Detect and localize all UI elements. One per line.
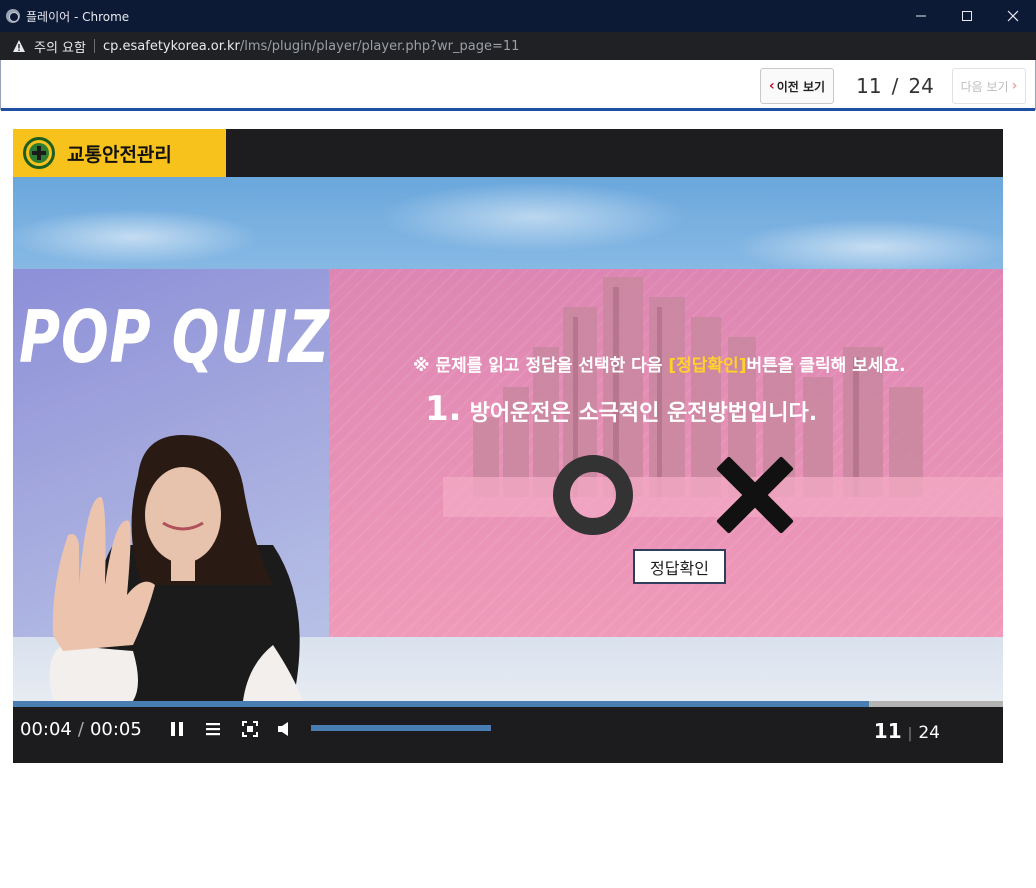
fullscreen-button[interactable] xyxy=(239,718,261,740)
volume-icon xyxy=(278,722,288,736)
volume-slider[interactable] xyxy=(311,725,491,731)
url-host: cp.esafetykorea.or.kr xyxy=(102,38,240,54)
instruction-highlight: [정답확인] xyxy=(668,356,747,376)
course-title: 교통안전관리 xyxy=(67,143,172,166)
question-text: 방어운전은 소극적인 운전방법입니다. xyxy=(469,401,818,426)
minimize-button[interactable] xyxy=(898,0,944,32)
time-separator: / xyxy=(77,719,84,740)
page-separator: / xyxy=(891,74,899,98)
chrome-app-icon xyxy=(6,9,20,23)
page-counter: 11 / 24 xyxy=(847,74,943,98)
window-title: 플레이어 - Chrome xyxy=(26,9,130,24)
slide-separator: | xyxy=(907,726,913,742)
warning-icon xyxy=(13,40,25,52)
menu-icon xyxy=(206,723,220,736)
url-path: /lms/plugin/player/player.php?wr_page=11 xyxy=(239,38,520,54)
presenter-image xyxy=(49,435,303,701)
slide-current: 11 xyxy=(873,719,902,743)
next-page-button[interactable]: 다음 보기 › xyxy=(952,68,1026,104)
course-tab: 교통안전관리 xyxy=(13,129,226,177)
address-divider xyxy=(93,39,95,53)
quiz-stage: POP QUIZ ※ 문제를 읽고 정답을 선택한 다음 [정답확인]버튼을 클… xyxy=(13,177,1003,701)
slide-total: 24 xyxy=(918,723,940,743)
fullscreen-icon xyxy=(242,721,258,737)
pop-quiz-banner: POP QUIZ xyxy=(19,295,330,379)
window-controls xyxy=(898,0,1036,32)
window-titlebar: 플레이어 - Chrome xyxy=(0,0,1036,32)
instruction-text-end: 버튼을 클릭해 보세요. xyxy=(746,356,906,376)
minimize-icon xyxy=(916,15,926,17)
total-pages: 24 xyxy=(908,74,934,98)
player-controls: 00:04/00:05 11 | 24 xyxy=(13,707,1003,763)
maximize-button[interactable] xyxy=(944,0,990,32)
prev-page-label: 이전 보기 xyxy=(776,79,826,94)
security-warning[interactable]: 주의 요함 xyxy=(34,37,86,56)
chevron-right-icon: › xyxy=(1011,78,1018,94)
pause-button[interactable] xyxy=(166,718,188,740)
url-text[interactable]: cp.esafetykorea.or.kr/lms/plugin/player/… xyxy=(103,39,519,54)
answer-x-option[interactable] xyxy=(713,453,797,537)
prev-page-button[interactable]: ‹ 이전 보기 xyxy=(760,68,834,104)
current-time: 00:04 xyxy=(20,719,72,740)
address-bar[interactable]: 주의 요함 cp.esafetykorea.or.kr/lms/plugin/p… xyxy=(0,32,1036,60)
lesson-player: 교통안전관리 POP QUIZ ※ 문제를 읽고 정답을 선택한 다음 [정답확… xyxy=(13,129,1003,763)
chevron-left-icon: ‹ xyxy=(768,78,775,94)
instruction-text: ※ 문제를 읽고 정답을 선택한 다음 xyxy=(413,356,669,376)
quiz-instruction: ※ 문제를 읽고 정답을 선택한 다음 [정답확인]버튼을 클릭해 보세요. xyxy=(413,351,906,376)
player-header: 교통안전관리 xyxy=(13,129,1003,177)
maximize-icon xyxy=(962,11,972,21)
check-answer-button[interactable]: 정답확인 xyxy=(633,549,726,584)
plus-circle-icon xyxy=(23,137,55,169)
close-icon xyxy=(1007,10,1019,22)
slide-counter: 11 | 24 xyxy=(874,719,940,743)
pause-icon xyxy=(171,722,183,736)
current-page: 11 xyxy=(856,74,882,98)
question: 1. 방어운전은 소극적인 운전방법입니다. xyxy=(425,389,817,429)
header-rule xyxy=(1,108,1035,111)
page-navigation: ‹ 이전 보기 11 / 24 다음 보기 › xyxy=(0,60,1036,111)
close-button[interactable] xyxy=(990,0,1036,32)
volume-button[interactable] xyxy=(275,718,297,740)
playback-time: 00:04/00:05 xyxy=(20,719,142,740)
answer-o-option[interactable] xyxy=(553,455,633,535)
next-page-label: 다음 보기 xyxy=(960,79,1009,94)
menu-button[interactable] xyxy=(202,718,224,740)
question-number: 1. xyxy=(425,389,462,429)
duration: 00:05 xyxy=(89,719,142,740)
